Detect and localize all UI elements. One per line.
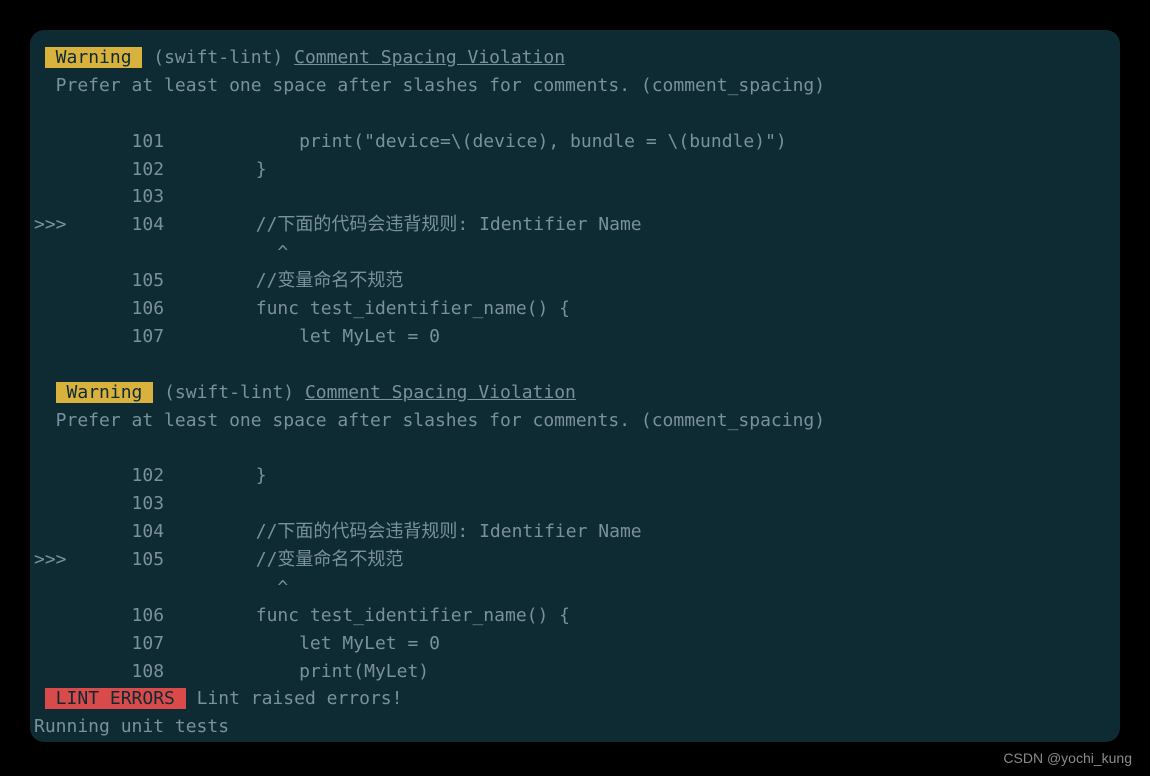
gutter xyxy=(34,267,132,295)
line-number: 107 xyxy=(132,323,202,351)
code-line: 106 func test_identifier_name() { xyxy=(34,295,1116,323)
code-text: //下面的代码会违背规则: Identifier Name xyxy=(202,521,642,542)
code-text: func test_identifier_name() { xyxy=(202,298,570,319)
gutter xyxy=(34,295,132,323)
warning-block-1: Warning (swift-lint) Comment Spacing Vio… xyxy=(34,44,1116,351)
running-line: Running unit tests xyxy=(34,713,1116,741)
code-text: //下面的代码会违背规则: Identifier Name xyxy=(202,214,642,235)
blank-line xyxy=(34,100,1116,128)
rule-link[interactable]: Comment Spacing Violation xyxy=(305,382,576,403)
gutter xyxy=(34,183,132,211)
terminal-output: Warning (swift-lint) Comment Spacing Vio… xyxy=(30,30,1120,742)
gutter xyxy=(34,490,132,518)
line-number: 105 xyxy=(132,267,202,295)
line-number xyxy=(132,574,202,602)
caret-icon: ^ xyxy=(202,242,289,263)
rule-link[interactable]: Comment Spacing Violation xyxy=(294,47,565,68)
line-number: 104 xyxy=(132,211,202,239)
code-line: 106 func test_identifier_name() { xyxy=(34,602,1116,630)
linter-name: (swift-lint) xyxy=(153,382,305,403)
line-number: 102 xyxy=(132,462,202,490)
warning-message: Prefer at least one space after slashes … xyxy=(34,72,1116,100)
lint-error-line: LINT ERRORS Lint raised errors! xyxy=(34,685,1116,713)
gutter xyxy=(34,128,132,156)
gutter xyxy=(34,574,132,602)
blank-line xyxy=(34,434,1116,462)
line-number: 106 xyxy=(132,602,202,630)
line-number: 105 xyxy=(132,546,202,574)
code-line: 103 xyxy=(34,183,1116,211)
gutter xyxy=(34,462,132,490)
gutter xyxy=(34,602,132,630)
code-line-highlight: >>> 104 //下面的代码会违背规则: Identifier Name xyxy=(34,211,1116,239)
code-line: 107 let MyLet = 0 xyxy=(34,323,1116,351)
line-number: 103 xyxy=(132,490,202,518)
watermark: CSDN @yochi_kung xyxy=(1003,750,1132,766)
lint-errors-badge: LINT ERRORS xyxy=(45,688,186,709)
warning-header: Warning (swift-lint) Comment Spacing Vio… xyxy=(34,379,1116,407)
caret-icon: ^ xyxy=(202,577,289,598)
gutter xyxy=(34,239,132,267)
code-text: print(MyLet) xyxy=(202,661,430,682)
code-text: let MyLet = 0 xyxy=(202,326,440,347)
line-number: 104 xyxy=(132,518,202,546)
code-line: 104 //下面的代码会违背规则: Identifier Name xyxy=(34,518,1116,546)
line-number: 103 xyxy=(132,183,202,211)
code-line: 102 } xyxy=(34,156,1116,184)
warning-block-2: Warning (swift-lint) Comment Spacing Vio… xyxy=(34,379,1116,686)
code-text: //变量命名不规范 xyxy=(202,549,404,570)
line-number: 106 xyxy=(132,295,202,323)
gutter xyxy=(34,658,132,686)
gutter xyxy=(34,156,132,184)
warning-message: Prefer at least one space after slashes … xyxy=(34,407,1116,435)
gutter-marker: >>> xyxy=(34,546,132,574)
code-text: let MyLet = 0 xyxy=(202,633,440,654)
code-line: 101 print("device=\(device), bundle = \(… xyxy=(34,128,1116,156)
gutter-marker: >>> xyxy=(34,211,132,239)
code-text: //变量命名不规范 xyxy=(202,270,404,291)
code-line-highlight: >>> 105 //变量命名不规范 xyxy=(34,546,1116,574)
gutter xyxy=(34,518,132,546)
line-number: 108 xyxy=(132,658,202,686)
line-number: 107 xyxy=(132,630,202,658)
linter-name: (swift-lint) xyxy=(142,47,294,68)
code-text: print("device=\(device), bundle = \(bund… xyxy=(202,131,787,152)
line-number: 101 xyxy=(132,128,202,156)
warning-badge: Warning xyxy=(56,382,154,403)
code-line: 103 xyxy=(34,490,1116,518)
caret-line: ^ xyxy=(34,574,1116,602)
code-text: } xyxy=(202,465,267,486)
code-line: 108 print(MyLet) xyxy=(34,658,1116,686)
code-line: 107 let MyLet = 0 xyxy=(34,630,1116,658)
warning-header: Warning (swift-lint) Comment Spacing Vio… xyxy=(34,44,1116,72)
gutter xyxy=(34,323,132,351)
gutter xyxy=(34,630,132,658)
blank-line xyxy=(34,351,1116,379)
warning-badge: Warning xyxy=(45,47,143,68)
error-message: Lint raised errors! xyxy=(186,688,403,709)
line-number: 102 xyxy=(132,156,202,184)
code-text: } xyxy=(202,159,267,180)
caret-line: ^ xyxy=(34,239,1116,267)
line-number xyxy=(132,239,202,267)
code-line: 102 } xyxy=(34,462,1116,490)
code-text: func test_identifier_name() { xyxy=(202,605,570,626)
code-line: 105 //变量命名不规范 xyxy=(34,267,1116,295)
